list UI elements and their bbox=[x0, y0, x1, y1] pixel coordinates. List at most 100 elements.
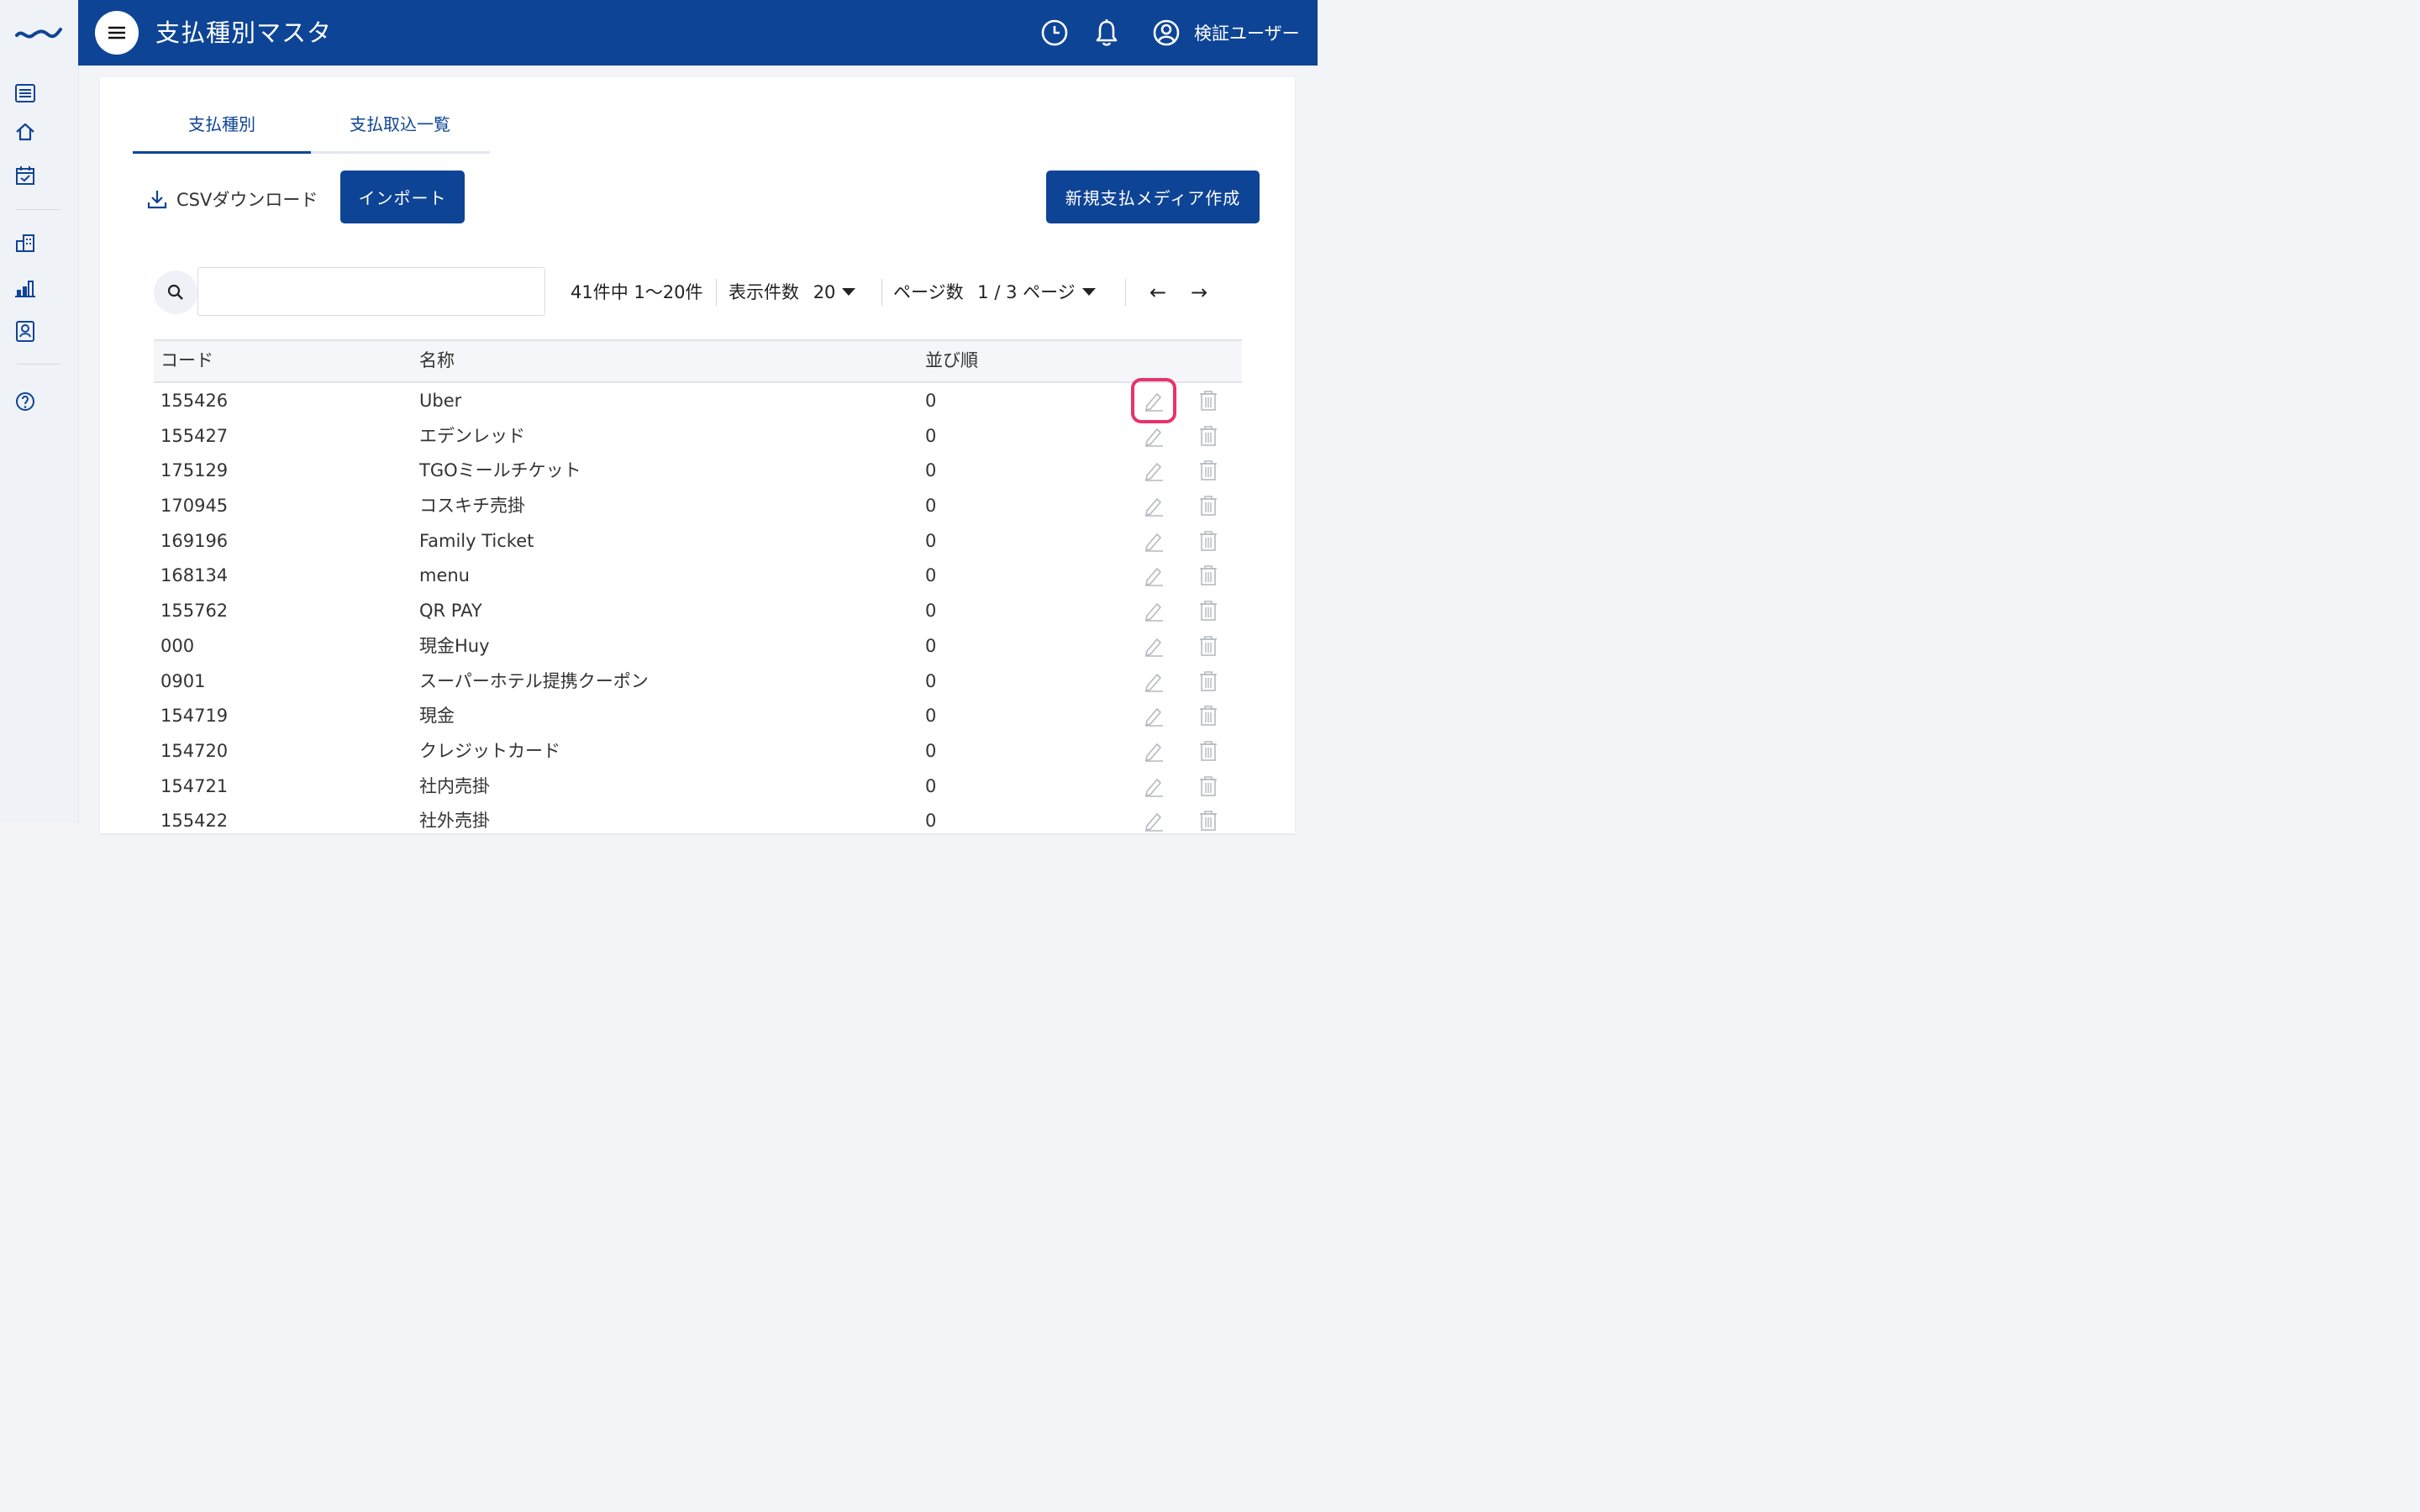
cell-order: 0 bbox=[925, 706, 937, 727]
cell-order: 0 bbox=[925, 391, 937, 411]
page-select[interactable]: ページ数 1 / 3 ページ bbox=[893, 281, 1096, 304]
table-row[interactable]: 0901 スーパーホテル提携クーポン 0 bbox=[154, 664, 1242, 699]
edit-icon[interactable] bbox=[1139, 561, 1168, 590]
per-page-label: 表示件数 bbox=[729, 282, 799, 302]
column-header-name[interactable]: 名称 bbox=[419, 348, 455, 373]
import-button[interactable]: インポート bbox=[340, 171, 465, 223]
table-row[interactable]: 154719 現金 0 bbox=[154, 698, 1242, 733]
top-bar: 支払種別マスタ 検証ユーザー bbox=[78, 0, 1318, 66]
sidebar bbox=[0, 0, 79, 823]
csv-download-label: CSVダウンロード bbox=[176, 190, 318, 210]
next-page-button[interactable]: → bbox=[1184, 277, 1214, 307]
edit-icon[interactable] bbox=[1139, 667, 1168, 696]
table-row[interactable]: 155427 エデンレッド 0 bbox=[154, 418, 1242, 454]
page-value: 1 / 3 ページ bbox=[977, 282, 1076, 302]
trash-icon[interactable] bbox=[1194, 527, 1223, 555]
cell-name: コスキチ売掛 bbox=[419, 496, 525, 517]
cell-name: エデンレッド bbox=[419, 425, 525, 446]
table-row[interactable]: 168134 menu 0 bbox=[154, 558, 1242, 593]
cell-order: 0 bbox=[925, 601, 937, 622]
edit-icon[interactable] bbox=[1139, 491, 1168, 520]
cell-code: 155762 bbox=[160, 601, 229, 622]
cell-code: 170945 bbox=[160, 496, 229, 517]
cell-name: 現金 bbox=[419, 706, 455, 727]
cell-name: スーパーホテル提携クーポン bbox=[419, 670, 649, 691]
edit-icon[interactable] bbox=[1139, 527, 1168, 555]
trash-icon[interactable] bbox=[1194, 737, 1223, 765]
cell-name: 現金Huy bbox=[419, 635, 490, 656]
cell-code: 169196 bbox=[160, 530, 229, 551]
new-payment-media-button[interactable]: 新規支払メディア作成 bbox=[1046, 171, 1260, 223]
search-input[interactable] bbox=[197, 267, 545, 316]
cell-code: 155422 bbox=[160, 811, 229, 832]
table-row[interactable]: 000 現金Huy 0 bbox=[154, 628, 1242, 664]
column-header-order[interactable]: 並び順 bbox=[925, 348, 978, 373]
edit-icon[interactable] bbox=[1139, 701, 1168, 730]
contact-card-icon[interactable] bbox=[12, 318, 39, 344]
tab-payment-import-list[interactable]: 支払取込一覧 bbox=[311, 108, 489, 151]
trash-icon[interactable] bbox=[1194, 386, 1223, 415]
tab-payment-type[interactable]: 支払種別 bbox=[133, 108, 311, 154]
csv-download-button[interactable]: CSVダウンロード bbox=[146, 186, 318, 212]
prev-page-button[interactable]: ← bbox=[1143, 277, 1173, 307]
trash-icon[interactable] bbox=[1194, 806, 1223, 835]
table-row[interactable]: 155426 Uber 0 bbox=[154, 378, 1242, 423]
per-page-value: 20 bbox=[813, 282, 836, 302]
pager-divider bbox=[881, 279, 882, 306]
trash-icon[interactable] bbox=[1194, 701, 1223, 730]
bar-chart-icon[interactable] bbox=[12, 275, 39, 302]
bell-icon[interactable] bbox=[1092, 18, 1122, 48]
pager-divider bbox=[716, 279, 717, 306]
menu-button[interactable] bbox=[95, 11, 139, 55]
trash-icon[interactable] bbox=[1194, 772, 1223, 801]
brand-logo[interactable] bbox=[13, 18, 64, 45]
search-button[interactable] bbox=[154, 270, 197, 314]
trash-icon[interactable] bbox=[1194, 561, 1223, 590]
trash-icon[interactable] bbox=[1194, 596, 1223, 625]
cell-order: 0 bbox=[925, 425, 937, 446]
cell-code: 000 bbox=[160, 635, 195, 656]
cell-order: 0 bbox=[925, 811, 937, 832]
cell-order: 0 bbox=[925, 775, 937, 796]
trash-icon[interactable] bbox=[1194, 667, 1223, 696]
table-row[interactable]: 154720 クレジットカード 0 bbox=[154, 733, 1242, 769]
table-row[interactable]: 154721 社内売掛 0 bbox=[154, 769, 1242, 804]
cell-name: QR PAY bbox=[419, 601, 482, 622]
table-row[interactable]: 175129 TGOミールチケット 0 bbox=[154, 453, 1242, 488]
download-icon bbox=[147, 191, 167, 209]
caret-down-icon bbox=[842, 287, 856, 296]
help-icon[interactable] bbox=[12, 388, 39, 415]
home-icon[interactable] bbox=[12, 118, 39, 145]
trash-icon[interactable] bbox=[1194, 632, 1223, 660]
calendar-check-icon[interactable] bbox=[12, 162, 39, 189]
clock-icon[interactable] bbox=[1039, 18, 1070, 48]
building-icon[interactable] bbox=[12, 229, 39, 256]
edit-icon[interactable] bbox=[1139, 806, 1168, 835]
cell-code: 175129 bbox=[160, 460, 229, 481]
cell-order: 0 bbox=[925, 496, 937, 517]
user-circle-icon[interactable] bbox=[1151, 18, 1181, 48]
edit-icon[interactable] bbox=[1139, 737, 1168, 765]
per-page-select[interactable]: 表示件数 20 bbox=[729, 281, 856, 304]
edit-icon[interactable] bbox=[1139, 596, 1168, 625]
edit-icon[interactable] bbox=[1139, 422, 1168, 450]
cell-code: 154720 bbox=[160, 740, 229, 761]
edit-icon[interactable] bbox=[1139, 772, 1168, 801]
table-row[interactable]: 155422 社外売掛 0 bbox=[154, 803, 1242, 838]
list-icon[interactable] bbox=[12, 80, 39, 107]
cell-code: 155427 bbox=[160, 425, 229, 446]
table-row[interactable]: 155762 QR PAY 0 bbox=[154, 593, 1242, 628]
sidebar-divider bbox=[17, 209, 60, 210]
trash-icon[interactable] bbox=[1194, 491, 1223, 520]
table-row[interactable]: 169196 Family Ticket 0 bbox=[154, 523, 1242, 559]
edit-icon[interactable] bbox=[1139, 632, 1168, 660]
trash-icon[interactable] bbox=[1194, 422, 1223, 450]
column-header-code[interactable]: コード bbox=[160, 348, 213, 373]
edit-icon[interactable] bbox=[1131, 378, 1176, 423]
page-label: ページ数 bbox=[893, 282, 964, 302]
table-row[interactable]: 170945 コスキチ売掛 0 bbox=[154, 488, 1242, 523]
edit-icon[interactable] bbox=[1139, 456, 1168, 485]
trash-icon[interactable] bbox=[1194, 456, 1223, 485]
cell-name: 社外売掛 bbox=[419, 811, 490, 832]
user-name[interactable]: 検証ユーザー bbox=[1194, 20, 1300, 47]
